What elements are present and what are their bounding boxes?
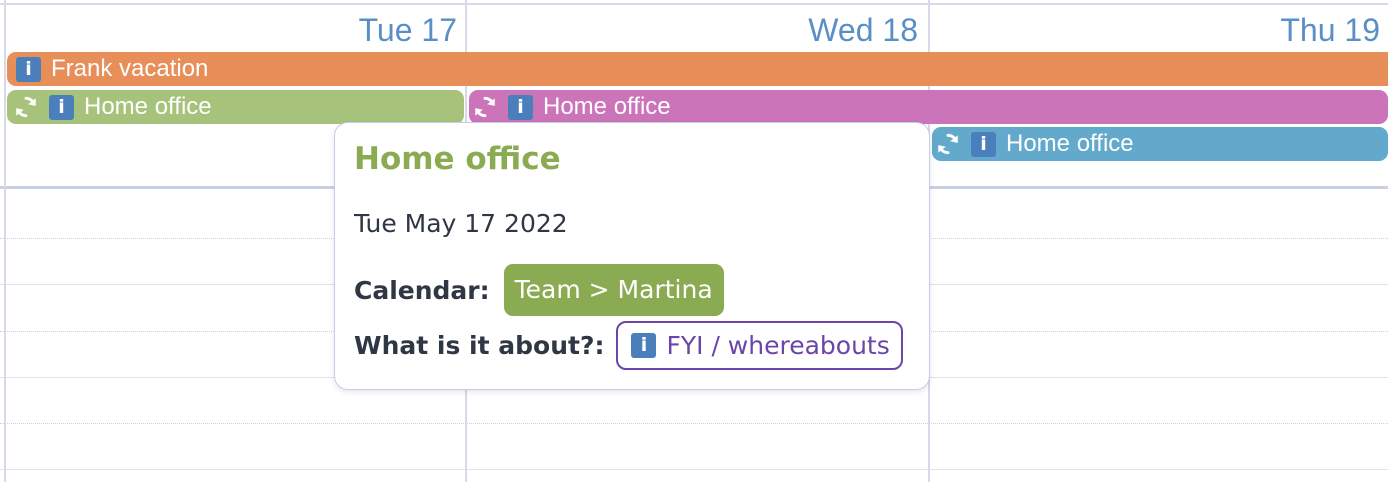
day-header-tue[interactable]: Tue 17	[6, 6, 457, 50]
event-title: Home office	[543, 93, 671, 120]
grid-line	[0, 469, 1388, 470]
event-frank-vacation[interactable]: i Frank vacation	[7, 52, 1388, 86]
recurring-icon	[938, 133, 958, 155]
info-icon: i	[508, 94, 533, 120]
calendar-week-view: Tue 17 Wed 18 Thu 19 i Frank vacation i …	[0, 0, 1388, 482]
event-title: Home office	[1006, 130, 1134, 157]
recurring-icon	[16, 96, 36, 118]
recurring-icon	[475, 96, 495, 118]
popup-title: Home office	[354, 141, 561, 177]
info-icon: i	[49, 94, 74, 120]
calendar-badge[interactable]: Team > Martina	[503, 264, 724, 316]
day-header-wed[interactable]: Wed 18	[467, 6, 918, 50]
popup-date: Tue May 17 2022	[354, 209, 568, 238]
topic-label: What is it about?:	[354, 331, 605, 360]
column-divider	[4, 0, 6, 482]
info-icon: i	[16, 56, 41, 82]
calendar-label: Calendar:	[354, 275, 490, 305]
event-title: Frank vacation	[51, 55, 209, 82]
event-title: Home office	[84, 93, 212, 120]
event-home-office-thu[interactable]: i Home office	[932, 127, 1388, 161]
event-detail-popup: Home office Tue May 17 2022 Calendar: Te…	[334, 122, 930, 390]
info-icon: i	[631, 333, 657, 358]
topic-badge[interactable]: i FYI / whereabouts	[616, 321, 903, 370]
popup-calendar-row: Calendar: Team > Martina	[354, 264, 724, 316]
event-home-office-tue[interactable]: i Home office	[7, 90, 464, 124]
info-icon: i	[971, 131, 996, 157]
topic-value: FYI / whereabouts	[666, 331, 890, 360]
event-home-office-wed[interactable]: i Home office	[469, 90, 1388, 124]
popup-topic-row: What is it about?: i FYI / whereabouts	[354, 321, 903, 370]
grid-top-border	[0, 3, 1388, 5]
day-header-thu[interactable]: Thu 19	[930, 6, 1380, 50]
grid-line	[0, 423, 1388, 424]
